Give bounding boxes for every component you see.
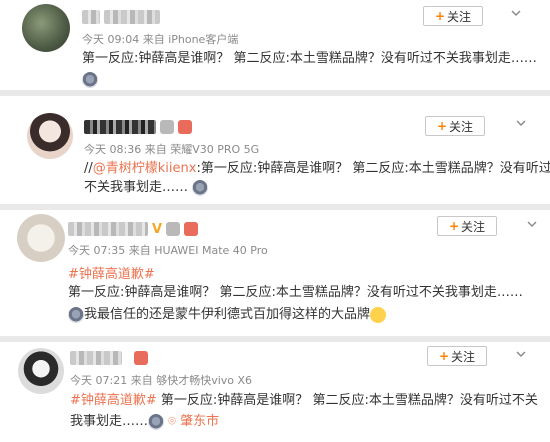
post-text-line2-text: 我事划走……: [70, 414, 149, 429]
post-text-rest: :第一反应:钟薛高是谁啊？ 第二反应:本土雪糕品牌？没有听过: [196, 161, 550, 176]
location-pin-icon: ⌾: [168, 414, 176, 429]
vip-badge-icon: [160, 120, 174, 134]
plus-icon: +: [436, 119, 448, 133]
plus-icon: +: [434, 9, 446, 23]
post-meta: 今天 07:35 来自 HUAWEI Mate 40 Pro: [68, 244, 268, 257]
post-meta: 今天 08:36 来自 荣耀V30 PRO 5G: [84, 143, 260, 156]
mention-link[interactable]: @青树柠檬kiienx: [93, 161, 197, 176]
vip-badge-icon: [166, 222, 181, 236]
post-text: #钟薛高道歉# 第一反应:钟薛高是谁啊？ 第二反应:本土雪糕品牌？没有听过不关: [70, 390, 538, 412]
post-text-line2: 我最信任的还是蒙牛伊利德式百加得这样的大品牌: [68, 304, 387, 326]
username-row[interactable]: V: [68, 220, 199, 238]
post-text: 第一反应:钟薛高是谁啊？ 第二反应:本土雪糕品牌？没有听过不关我事划走……: [82, 51, 537, 66]
repost-prefix: //: [84, 161, 93, 176]
post-text-rest: 第一反应:钟薛高是谁啊？ 第二反应:本土雪糕品牌？没有听过不关: [156, 393, 538, 408]
location-link[interactable]: 肇东市: [180, 414, 219, 429]
username-row[interactable]: [70, 349, 148, 367]
post-text-line2-text: 不关我事划走……: [84, 180, 189, 195]
hashtag-link[interactable]: #钟薛高道歉#: [68, 263, 155, 282]
follow-label: 关注: [447, 9, 472, 24]
post-text-line2-text: 我最信任的还是蒙牛伊利德式百加得这样的大品牌: [84, 307, 371, 322]
username-row[interactable]: [84, 118, 192, 136]
username[interactable]: [82, 10, 100, 24]
chevron-down-icon[interactable]: [516, 118, 526, 128]
follow-button[interactable]: + 关注: [437, 216, 497, 236]
weibo-post: 今天 09:04 来自 iPhone客户端 + 关注 第一反应:钟薛高是谁啊？ 第…: [0, 0, 550, 90]
weibo-post: 今天 08:36 来自 荣耀V30 PRO 5G + 关注 //@青树柠檬kiie…: [0, 96, 550, 204]
plus-icon: +: [448, 219, 460, 233]
username-row[interactable]: [82, 8, 160, 26]
emoji-icon: [370, 306, 387, 323]
avatar[interactable]: [22, 4, 70, 52]
emoji-icon: [148, 413, 165, 430]
avatar[interactable]: [18, 348, 64, 394]
username[interactable]: [70, 351, 122, 365]
emoji-icon: [68, 306, 84, 323]
hashtag-link[interactable]: #钟薛高道歉#: [70, 393, 157, 408]
weibo-post: V 今天 07:35 来自 HUAWEI Mate 40 Pro + 关注 #钟薛…: [0, 210, 550, 336]
follow-label: 关注: [461, 219, 486, 234]
emoji-icon: [82, 72, 98, 88]
post-meta: 今天 07:21 来自 够快才畅快vivo X6: [70, 374, 253, 387]
emoji-icon: [192, 179, 209, 196]
weibo-post: 今天 07:21 来自 够快才畅快vivo X6 + 关注 #钟薛高道歉# 第一反…: [0, 342, 550, 442]
post-text: 第一反应:钟薛高是谁啊？ 第二反应:本土雪糕品牌？没有听过不关我事划走……: [68, 285, 523, 300]
follow-label: 关注: [451, 349, 476, 364]
avatar[interactable]: [27, 113, 73, 159]
follow-button[interactable]: + 关注: [427, 346, 487, 366]
medal-badge-icon: [178, 120, 192, 134]
medal-badge-icon: [184, 222, 199, 236]
username[interactable]: [104, 10, 160, 24]
chevron-down-icon[interactable]: [516, 349, 526, 359]
username[interactable]: [68, 222, 148, 236]
verified-v-icon: V: [152, 221, 163, 237]
follow-button[interactable]: + 关注: [423, 6, 483, 26]
username[interactable]: [84, 120, 156, 134]
follow-button[interactable]: + 关注: [425, 116, 485, 136]
post-meta: 今天 09:04 来自 iPhone客户端: [82, 33, 239, 46]
avatar[interactable]: [17, 214, 65, 262]
post-text-line2: 不关我事划走……: [84, 177, 209, 199]
chevron-down-icon[interactable]: [511, 8, 521, 18]
post-text-line2: 我事划走…… ⌾ 肇东市: [70, 411, 219, 433]
chevron-down-icon[interactable]: [527, 219, 537, 229]
follow-label: 关注: [449, 119, 474, 134]
medal-badge-icon: [134, 351, 148, 365]
plus-icon: +: [438, 349, 450, 363]
